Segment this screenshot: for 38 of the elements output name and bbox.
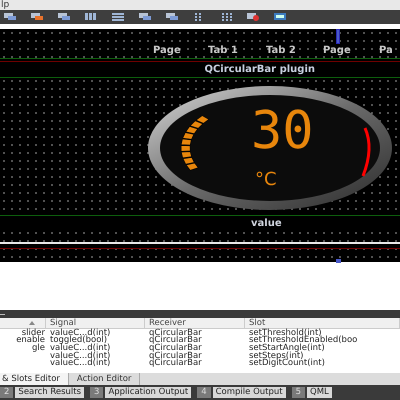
column-header[interactable]: Receiver xyxy=(145,318,245,328)
table-cell: valueC...d(int) xyxy=(50,352,110,360)
gauge-value: 30 xyxy=(251,104,314,157)
table-cell: setSteps(int) xyxy=(249,352,304,360)
table-cell: qCircularBar xyxy=(149,344,202,352)
output-pane-button[interactable]: QML xyxy=(307,387,332,398)
table-cell: qCircularBar xyxy=(149,328,202,338)
menu-item[interactable]: lp xyxy=(1,0,10,10)
tab-label[interactable]: Tab 1 xyxy=(208,46,238,56)
table-cell: setThresholdEnabled(boo xyxy=(249,336,358,345)
table-cell: setStartAngle(int) xyxy=(249,344,325,352)
tab-label[interactable]: Page xyxy=(153,46,181,56)
table-cell: enable xyxy=(16,336,45,345)
table-cell: gle xyxy=(32,344,45,352)
gauge-unit: °C xyxy=(255,170,277,189)
output-pane-button[interactable]: Application Output xyxy=(105,387,192,398)
shortcut-number: 3 xyxy=(90,387,104,398)
column-header[interactable]: Slot xyxy=(245,318,400,328)
shortcut-number: 2 xyxy=(0,387,14,398)
editor-tab[interactable]: & Slots Editor xyxy=(0,373,69,386)
output-pane-button[interactable]: Compile Output xyxy=(212,387,286,398)
column-header[interactable]: Signal xyxy=(46,318,145,328)
table-cell: qCircularBar xyxy=(149,352,202,360)
table-cell: valueC...d(int) xyxy=(50,328,110,338)
tab-label[interactable]: Pa xyxy=(379,46,393,56)
shortcut-number: 4 xyxy=(197,387,211,398)
table-cell: setDigitCount(int) xyxy=(249,359,325,368)
table-cell: valueC...d(int) xyxy=(50,359,110,368)
value-label: value xyxy=(251,217,282,232)
plugin-title: QCircularBar plugin xyxy=(204,63,315,78)
table-cell: qCircularBar xyxy=(149,336,202,345)
output-pane-button[interactable]: Search Results xyxy=(15,387,84,398)
table-cell: qCircularBar xyxy=(149,359,202,368)
tab-label[interactable]: Page xyxy=(323,46,351,56)
shortcut-number: 5 xyxy=(292,387,306,398)
table-cell: valueC...d(int) xyxy=(50,344,110,352)
table-cell: toggled(bool) xyxy=(50,336,108,345)
tab-label[interactable]: Tab 2 xyxy=(266,46,296,56)
